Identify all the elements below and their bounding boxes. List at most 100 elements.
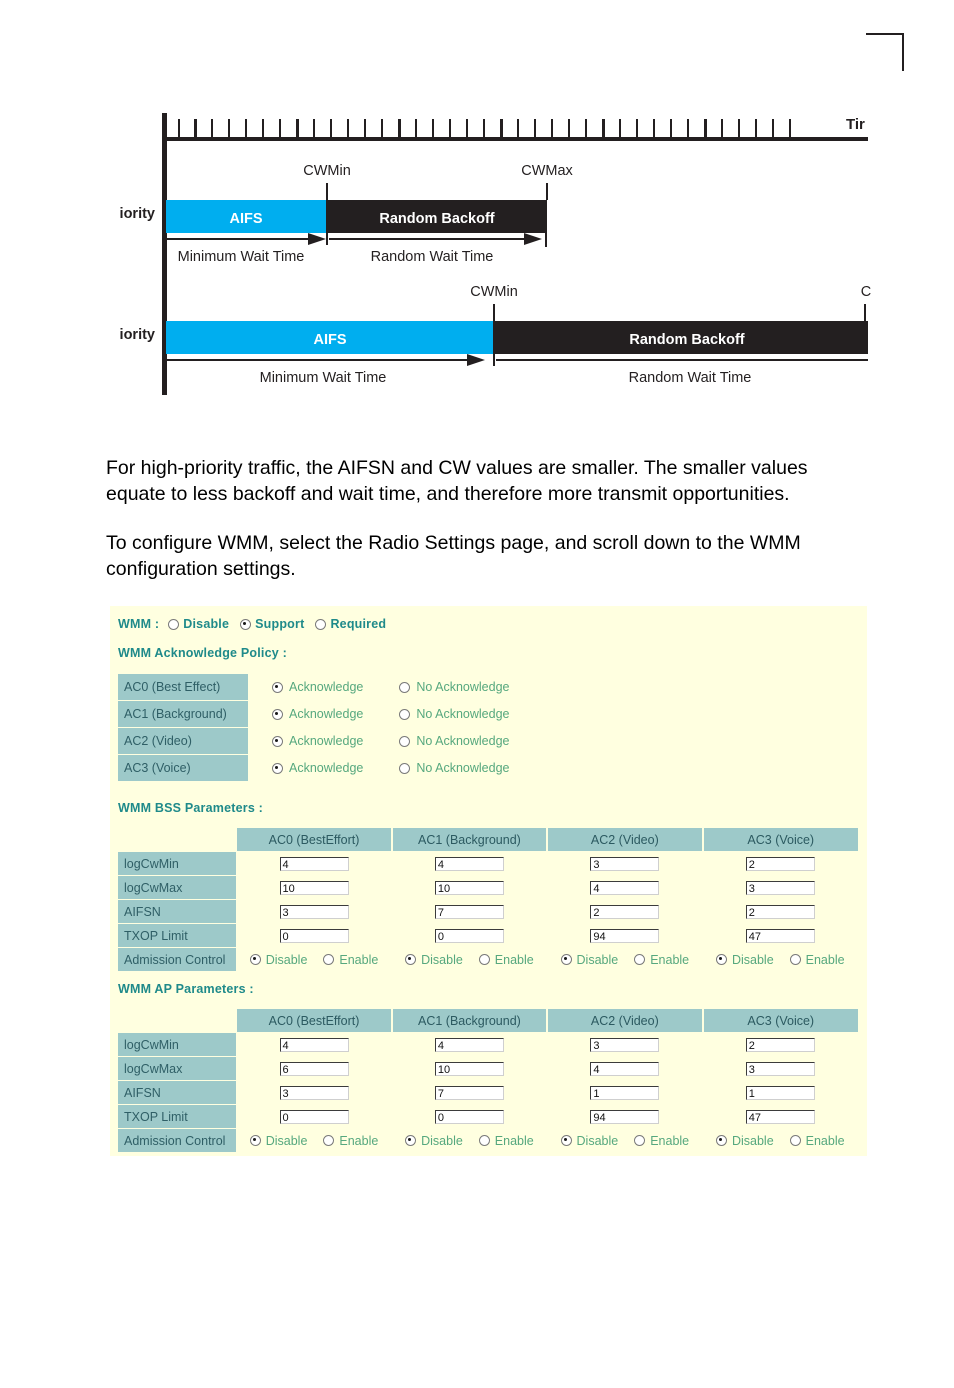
radio-selected-icon[interactable] [560, 954, 572, 965]
wmm-mode-option-support-label: Support [255, 617, 305, 631]
ack-row-label-ac2: AC2 (Video) [118, 727, 248, 755]
wmm-bss-parameters-table: AC0 (BestEffort) AC1 (Background) AC2 (V… [118, 828, 858, 972]
ap-aifsn-ac2-input[interactable]: 1 [590, 1085, 660, 1100]
bss-admission-ac0: Disable Enable [236, 953, 391, 967]
bss-admission-ac2-disable-label: Disable [576, 952, 619, 967]
ack-option-acknowledge-ac3: Acknowledge [289, 761, 364, 775]
ap-logcwmax-ac0-input[interactable]: 6 [279, 1061, 349, 1076]
bss-row-label-aifsn: AIFSN [118, 899, 237, 924]
bss-admission-ac2: Disable Enable [547, 953, 702, 967]
bss-logcwmin-ac3-input[interactable]: 2 [745, 856, 815, 871]
radio-icon[interactable] [168, 618, 180, 630]
radio-icon[interactable] [399, 708, 411, 720]
ap-admission-ac3-enable-label: Enable [805, 1133, 845, 1148]
radio-icon[interactable] [315, 618, 327, 630]
ap-admission-ac0: Disable Enable [236, 1134, 391, 1148]
wmm-mode-option-support[interactable]: Support [240, 617, 304, 631]
ap-txop-ac3-input[interactable]: 47 [745, 1109, 815, 1124]
wmm-ap-title: WMM AP Parameters : [118, 982, 254, 996]
wmm-mode-option-disable[interactable]: Disable [168, 617, 229, 631]
ack-option-no-acknowledge-ac3: No Acknowledge [416, 761, 510, 775]
radio-selected-icon[interactable] [272, 708, 283, 720]
wmm-bss-title: WMM BSS Parameters : [118, 801, 264, 815]
radio-selected-icon[interactable] [715, 954, 727, 965]
bss-aifsn-ac1-input[interactable]: 7 [434, 904, 504, 919]
radio-selected-icon[interactable] [272, 762, 283, 774]
ap-logcwmax-ac2-input[interactable]: 4 [590, 1061, 660, 1076]
ap-logcwmin-ac0-input[interactable]: 4 [279, 1037, 349, 1052]
radio-selected-icon[interactable] [249, 954, 261, 965]
ap-logcwmax-ac3-input[interactable]: 3 [745, 1061, 815, 1076]
bss-txop-ac3-input[interactable]: 47 [745, 928, 815, 943]
bss-logcwmax-ac2-input[interactable]: 4 [590, 880, 660, 895]
bss-header-ac2: AC2 (Video) [546, 828, 703, 852]
ap-admission-ac1: Disable Enable [392, 1134, 547, 1148]
bss-admission-ac1: Disable Enable [392, 953, 547, 967]
bss-logcwmin-ac1-input[interactable]: 4 [434, 856, 504, 871]
bss-row-label-logcwmin: logCwMin [118, 851, 237, 876]
bss-aifsn-ac2-input[interactable]: 2 [590, 904, 660, 919]
radio-selected-icon[interactable] [405, 1135, 417, 1146]
radio-selected-icon[interactable] [240, 618, 252, 630]
ap-row-label-logcwmin: logCwMin [118, 1032, 237, 1057]
radio-icon[interactable] [789, 954, 801, 965]
ap-txop-ac1-input[interactable]: 0 [434, 1109, 504, 1124]
radio-selected-icon[interactable] [272, 681, 283, 693]
radio-selected-icon[interactable] [249, 1135, 261, 1146]
radio-icon[interactable] [478, 1135, 490, 1146]
bss-admission-ac3-disable-label: Disable [731, 952, 774, 967]
ap-txop-ac0-input[interactable]: 0 [279, 1109, 349, 1124]
paragraph-high-priority-traffic: For high-priority traffic, the AIFSN and… [106, 457, 808, 505]
radio-icon[interactable] [323, 1135, 335, 1146]
diagram-arrow-min-wait-high [308, 233, 326, 245]
radio-icon[interactable] [478, 954, 490, 965]
radio-icon[interactable] [399, 681, 411, 693]
ap-logcwmin-ac3-input[interactable]: 2 [745, 1037, 815, 1052]
ap-logcwmax-ac1-input[interactable]: 10 [434, 1061, 504, 1076]
ap-txop-ac2-input[interactable]: 94 [590, 1109, 660, 1124]
bss-logcwmin-ac2-input[interactable]: 3 [590, 856, 660, 871]
ap-admission-ac2-disable-label: Disable [576, 1133, 619, 1148]
bss-txop-ac0-input[interactable]: 0 [279, 928, 349, 943]
bss-logcwmin-ac0-input[interactable]: 4 [279, 856, 349, 871]
radio-icon[interactable] [634, 1135, 646, 1146]
bss-logcwmax-ac1-input[interactable]: 10 [434, 880, 504, 895]
ap-logcwmin-ac1-input[interactable]: 4 [434, 1037, 504, 1052]
wmm-mode-label: WMM : [118, 617, 160, 631]
radio-selected-icon[interactable] [715, 1135, 727, 1146]
diagram-random-wait-label-high: Random Wait Time [371, 249, 494, 265]
diagram-aifs-label-high: AIFS [229, 211, 262, 227]
wmm-mode-option-required[interactable]: Required [315, 617, 386, 631]
radio-icon[interactable] [789, 1135, 801, 1146]
bss-txop-ac2-input[interactable]: 94 [590, 928, 660, 943]
radio-selected-icon[interactable] [272, 735, 283, 747]
paragraph-configure-wmm: To configure WMM, select the Radio Setti… [106, 532, 801, 580]
radio-icon[interactable] [634, 954, 646, 965]
bss-aifsn-ac0-input[interactable]: 3 [279, 904, 349, 919]
ap-header-ac2: AC2 (Video) [546, 1009, 703, 1033]
wmm-ap-parameters-table: AC0 (BestEffort) AC1 (Background) AC2 (V… [118, 1009, 858, 1153]
table-row: AIFSN 3 7 1 1 [118, 1080, 858, 1105]
bss-row-label-admission: Admission Control [118, 947, 237, 972]
radio-selected-icon[interactable] [560, 1135, 572, 1146]
radio-selected-icon[interactable] [405, 954, 417, 965]
diagram-row-label-low: iority [120, 327, 155, 343]
bss-logcwmax-ac0-input[interactable]: 10 [279, 880, 349, 895]
ap-aifsn-ac1-input[interactable]: 7 [434, 1085, 504, 1100]
bss-admission-ac0-disable-label: Disable [265, 952, 308, 967]
radio-icon[interactable] [399, 762, 411, 774]
bss-logcwmax-ac3-input[interactable]: 3 [745, 880, 815, 895]
radio-icon[interactable] [323, 954, 335, 965]
ap-aifsn-ac3-input[interactable]: 1 [745, 1085, 815, 1100]
bss-row-label-txop: TXOP Limit [118, 923, 237, 948]
ack-option-no-acknowledge-ac1: No Acknowledge [416, 707, 510, 721]
bss-aifsn-ac3-input[interactable]: 2 [745, 904, 815, 919]
bss-txop-ac1-input[interactable]: 0 [434, 928, 504, 943]
wmm-timing-diagram: Tir iority CWMin CWMax AIFS Random Backo… [0, 105, 954, 405]
radio-icon[interactable] [399, 735, 411, 747]
diagram-cwmax-ticker-low [864, 304, 866, 321]
ap-logcwmin-ac2-input[interactable]: 3 [590, 1037, 660, 1052]
table-header-row: AC0 (BestEffort) AC1 (Background) AC2 (V… [118, 1009, 858, 1033]
wmm-ack-policy-table: AC0 (Best Effect) Acknowledge No Acknowl… [118, 674, 540, 782]
ap-aifsn-ac0-input[interactable]: 3 [279, 1085, 349, 1100]
